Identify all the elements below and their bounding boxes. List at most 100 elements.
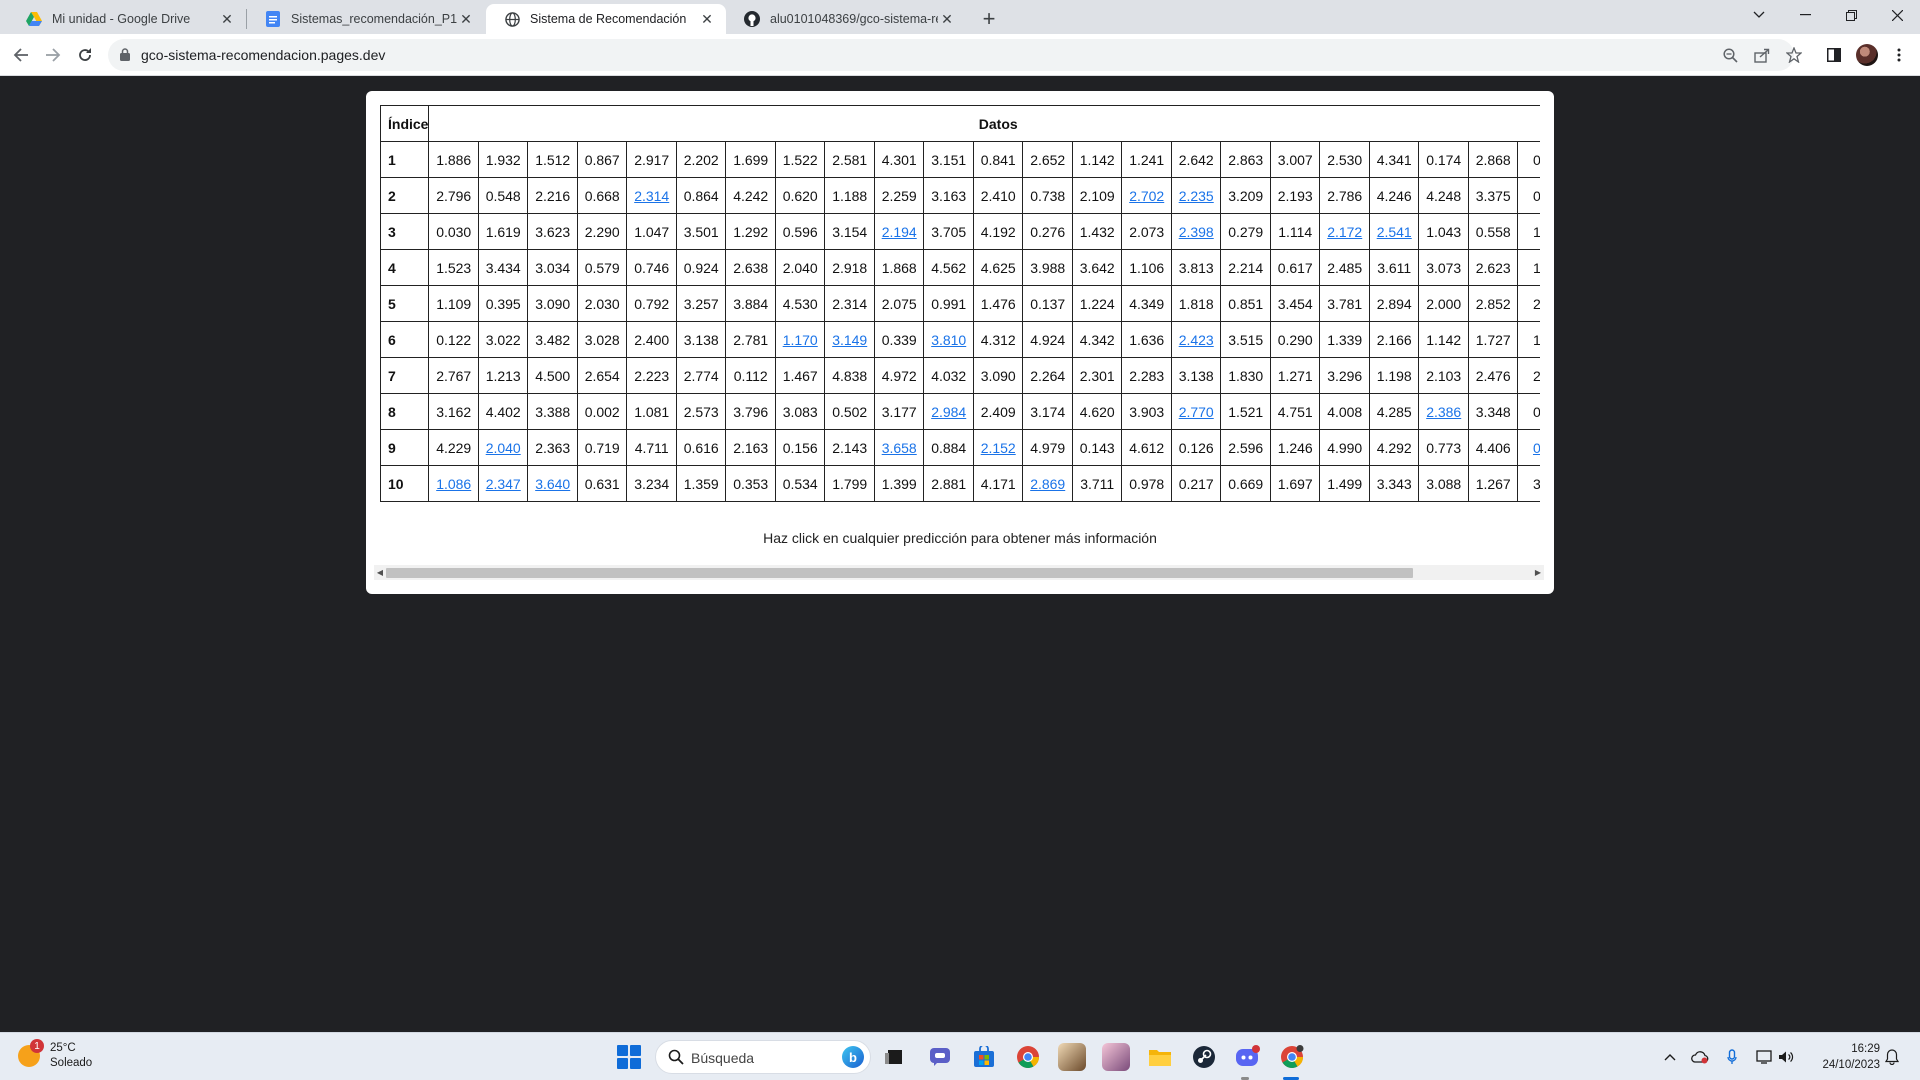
prediction-cell[interactable]: 2.040 — [477, 429, 529, 466]
value-cell: 1.142 — [1071, 141, 1123, 178]
prediction-link[interactable]: 2.040 — [486, 440, 521, 456]
prediction-link[interactable]: 2.541 — [1377, 224, 1412, 240]
file-explorer-icon[interactable] — [1146, 1043, 1174, 1071]
game-app-icon[interactable] — [1058, 1043, 1086, 1071]
prediction-link[interactable]: 3.640 — [535, 476, 570, 492]
prediction-cell[interactable]: 2.152 — [972, 429, 1024, 466]
prediction-link[interactable]: 2.423 — [1179, 332, 1214, 348]
restore-icon[interactable] — [1828, 0, 1874, 30]
zoom-icon[interactable] — [1720, 45, 1740, 65]
share-icon[interactable] — [1752, 45, 1772, 65]
table-scroll-area[interactable]: Índice Datos 1 1.886 1.932 1.512 0.867 2.917 2… — [380, 105, 1540, 594]
bookmark-star-icon[interactable] — [1784, 45, 1804, 65]
volume-icon[interactable] — [1776, 1047, 1796, 1067]
prediction-cell[interactable]: 3.640 — [527, 465, 578, 502]
discord-icon[interactable] — [1234, 1043, 1262, 1071]
prediction-cell[interactable]: 2.702 — [1121, 177, 1172, 214]
value-cell: 2.796 — [428, 177, 479, 214]
side-panel-icon[interactable] — [1820, 41, 1848, 69]
prediction-cell[interactable]: 1.170 — [774, 321, 826, 358]
close-icon[interactable]: ✕ — [938, 10, 956, 28]
prediction-cell[interactable]: 3.810 — [923, 321, 974, 358]
chrome-active-icon[interactable] — [1278, 1043, 1306, 1071]
prediction-link[interactable]: 2.398 — [1179, 224, 1214, 240]
show-hidden-icons-chevron-icon[interactable] — [1660, 1047, 1680, 1067]
prediction-cell[interactable]: 2.194 — [873, 213, 925, 250]
address-bar[interactable]: gco-sistema-recomendacion.pages.dev — [108, 39, 1802, 71]
prediction-cell[interactable]: 1.086 — [428, 465, 479, 502]
microphone-icon[interactable] — [1722, 1047, 1742, 1067]
value-cell: 2.143 — [824, 429, 875, 466]
prediction-cell[interactable]: 2.541 — [1368, 213, 1420, 250]
profile-avatar[interactable] — [1856, 44, 1878, 66]
close-icon[interactable]: ✕ — [698, 10, 716, 28]
anime-app-icon[interactable] — [1102, 1043, 1130, 1071]
prediction-link[interactable]: 3.149 — [832, 332, 867, 348]
prediction-link[interactable]: 2.152 — [981, 440, 1016, 456]
prediction-cell[interactable]: 2.235 — [1170, 177, 1222, 214]
prediction-link[interactable]: 2.984 — [931, 404, 966, 420]
close-window-icon[interactable] — [1874, 0, 1920, 30]
horizontal-scrollbar[interactable]: ◀ ▶ — [374, 565, 1544, 580]
prediction-link[interactable]: 2.235 — [1179, 188, 1214, 204]
steam-icon[interactable] — [1190, 1043, 1218, 1071]
notification-bell-icon[interactable] — [1882, 1047, 1902, 1067]
prediction-link[interactable]: 2.770 — [1179, 404, 1214, 420]
prediction-cell[interactable]: 2.869 — [1022, 465, 1073, 502]
prediction-cell[interactable]: 2.984 — [923, 393, 974, 430]
prediction-link[interactable]: 2.194 — [882, 224, 917, 240]
taskbar-search[interactable]: Búsqueda b — [655, 1040, 871, 1074]
scroll-left-arrow-icon[interactable]: ◀ — [375, 567, 385, 578]
tab-search-chevron-icon[interactable] — [1736, 0, 1782, 30]
tab-google-docs[interactable]: Sistemas_recomendación_P1 - D ✕ — [247, 4, 485, 34]
tab-sistema-recomendacion[interactable]: Sistema de Recomendación ✕ — [486, 4, 726, 34]
prediction-cell[interactable]: 0.7 — [1517, 429, 1540, 466]
network-icon[interactable] — [1754, 1047, 1774, 1067]
prediction-link[interactable]: 2.347 — [486, 476, 521, 492]
new-tab-plus-icon[interactable]: + — [976, 6, 1002, 32]
prediction-link[interactable]: 3.810 — [931, 332, 966, 348]
prediction-cell[interactable]: 2.386 — [1418, 393, 1469, 430]
prediction-cell[interactable]: 2.423 — [1170, 321, 1222, 358]
chrome-icon[interactable] — [1014, 1043, 1042, 1071]
system-clock[interactable]: 16:29 24/10/2023 — [1806, 1041, 1880, 1073]
value-cell: 1.636 — [1121, 321, 1172, 358]
prediction-link[interactable]: 1.086 — [436, 476, 471, 492]
prediction-link[interactable]: 0.7 — [1533, 440, 1540, 456]
tab-github[interactable]: alu0101048369/gco-sistema-rec ✕ — [726, 4, 966, 34]
task-view-icon[interactable] — [880, 1043, 908, 1071]
prediction-link[interactable]: 2.172 — [1327, 224, 1362, 240]
prediction-cell[interactable]: 2.314 — [626, 177, 677, 214]
prediction-cell[interactable]: 2.770 — [1170, 393, 1222, 430]
weather-widget[interactable]: 1 25°C Soleado — [18, 1039, 92, 1071]
prediction-link[interactable]: 2.869 — [1030, 476, 1065, 492]
teams-chat-icon[interactable] — [926, 1043, 954, 1071]
prediction-link[interactable]: 2.314 — [634, 188, 669, 204]
reload-icon[interactable] — [71, 41, 99, 69]
minimize-icon[interactable] — [1782, 0, 1828, 30]
tab-google-drive[interactable]: Mi unidad - Google Drive ✕ — [8, 4, 246, 34]
more-menu-icon[interactable] — [1885, 41, 1913, 69]
microsoft-store-icon[interactable] — [970, 1043, 998, 1071]
value-cell: 3.515 — [1220, 321, 1271, 358]
prediction-cell[interactable]: 2.398 — [1170, 213, 1222, 250]
prediction-link[interactable]: 2.386 — [1426, 404, 1461, 420]
scrollbar-thumb[interactable] — [386, 568, 1413, 578]
value-cell: 3.642 — [1071, 249, 1123, 286]
windows-start-icon[interactable] — [617, 1045, 641, 1069]
lock-icon[interactable] — [120, 48, 130, 66]
bing-icon[interactable]: b — [842, 1046, 864, 1068]
prediction-link[interactable]: 1.170 — [783, 332, 818, 348]
forward-arrow-icon[interactable] — [39, 41, 67, 69]
prediction-link[interactable]: 2.702 — [1129, 188, 1164, 204]
prediction-cell[interactable]: 2.172 — [1319, 213, 1370, 250]
prediction-cell[interactable]: 2.347 — [477, 465, 529, 502]
scroll-right-arrow-icon[interactable]: ▶ — [1533, 567, 1543, 578]
prediction-cell[interactable]: 3.149 — [824, 321, 875, 358]
cloud-sync-icon[interactable] — [1690, 1047, 1710, 1067]
prediction-link[interactable]: 3.658 — [882, 440, 917, 456]
prediction-cell[interactable]: 3.658 — [873, 429, 925, 466]
close-icon[interactable]: ✕ — [218, 10, 236, 28]
back-arrow-icon[interactable] — [7, 41, 35, 69]
close-icon[interactable]: ✕ — [457, 10, 475, 28]
